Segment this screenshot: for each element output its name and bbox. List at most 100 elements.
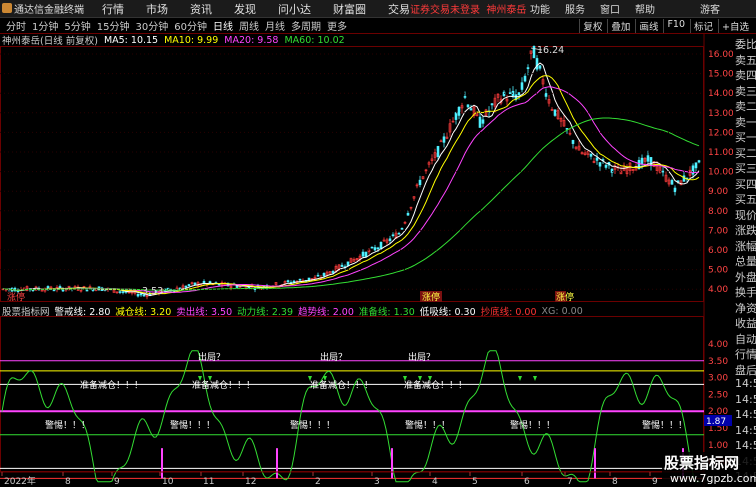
candle-body [397,232,401,235]
watermark-url: www.7gpzb.com [670,472,756,485]
candle-body [436,146,440,157]
side-panel-item: 涨幅 [735,239,756,253]
side-panel-item: 14:50 [735,439,756,452]
candle-body [520,82,524,90]
date-tick-label: 2022年 [4,475,36,487]
signal-label: 警惕！！！ [405,419,450,431]
current-value-label: 1.87 [706,417,726,427]
candlesticks [1,45,701,300]
side-panel-item: 卖五 [735,53,756,67]
candle-body [136,294,140,297]
indicator-chart: 出局？ 出局？ 出局？ 准备减仓！！！ 准备减仓！！！ 准备减仓！！！ 准备减仓！！！ 警惕！… [0,350,704,483]
candle-body [298,278,302,281]
candle-body [502,91,506,97]
candle-body [544,93,548,97]
side-panel-item: 收益 [735,317,756,330]
date-tick-label: 2 [315,477,321,487]
sub-legend-7: 低吸线: 0.30 [419,307,476,318]
indicator-tick-label: 3.00 [708,374,728,384]
side-panel-item: 外盘 [735,270,756,284]
date-tick-label: 6 [524,477,530,487]
date-tick-label: 12 [245,477,256,487]
candle-body [532,45,536,59]
side-panel-item: 现价 [735,208,756,222]
watermark-title: 股票指标网 [664,454,740,472]
candle-body [58,286,62,288]
sub-legend-2: 减仓线: 3.20 [115,307,172,318]
price-axis: 16.00 15.00 14.00 13.00 12.00 11.00 10.00 9.00 8… [0,50,733,295]
price-tick-label: 9.00 [708,187,728,197]
candle-body [379,242,383,250]
candle-body [517,92,521,96]
candle-body [406,212,410,216]
side-panel-item: 14:50 [735,377,756,390]
signal-label: 警惕！！！ [510,419,555,431]
candle-body [361,251,365,257]
side-panel-item: 涨跌 [735,224,756,237]
candle-body [673,187,677,193]
date-tick-label: 10 [162,477,174,487]
candle-body [697,160,701,163]
indicator-axis: 4.003.503.002.502.001.501.000.50 [708,340,728,468]
candle-body [589,153,593,157]
price-tick-label: 11.00 [708,148,733,158]
price-tick-label: 10.00 [708,168,733,178]
date-tick-label: 4 [432,477,438,487]
side-panel-item: 委比 [735,38,756,51]
candle-body [640,157,644,165]
price-tick-label: 8.00 [708,207,728,217]
side-panel-item: 净资 [735,301,756,315]
side-panel-item: 买一 [735,131,756,144]
candle-body [85,289,89,292]
limit-up-text-2: 涨停 [556,291,574,303]
side-panel-item[interactable]: 自动 [735,331,756,347]
candle-body [52,289,56,292]
charts-canvas[interactable]: 16.00 15.00 14.00 13.00 12.00 11.00 10.00 9.00 8… [0,0,733,487]
side-panel-item[interactable]: 行情 [735,346,756,362]
side-panel-item: 买二 [735,146,756,160]
date-tick-label: 11 [203,477,214,487]
main-chart-frame [0,46,704,302]
side-panel-item: 买四 [735,177,756,191]
indicator-tick-label: 4.00 [708,340,728,350]
side-panel-item: 卖四 [735,69,756,82]
signal-arrow-icon [518,376,522,381]
signal-label: 准备减仓！！！ [404,379,467,391]
candle-body [463,96,467,98]
candle-body [442,136,446,143]
candle-body [370,246,374,249]
candle-body [418,179,422,186]
price-tick-label: 14.00 [708,89,733,99]
candle-body [535,58,539,70]
price-tick-label: 7.00 [708,226,728,236]
candle-body [466,104,470,108]
date-tick-label: 8 [65,477,71,487]
signal-label: 警惕！！！ [290,419,335,431]
signal-label: 准备减仓！！！ [192,379,255,391]
date-tick-label: 9 [114,477,120,487]
candle-body [508,92,512,94]
signal-label: 出局？ [198,351,225,363]
quote-side-panel: 委比 卖五 卖四 卖三 卖二 卖一 买一 买二 买三 买四 买五 现价 涨跌 涨幅 总量 外盘 换手 净资 收益 自动… [733,34,756,487]
indicator-tick-label: 1.00 [708,441,728,451]
price-tick-label: 4.00 [708,285,728,295]
candle-body [202,281,206,284]
signal-label: 警惕！！！ [170,419,215,431]
side-panel-item: 14:50 [735,392,756,406]
indicator-tick-label: 2.50 [708,390,728,400]
side-panel-item[interactable]: 盘后 [735,362,756,378]
candle-body [235,285,239,288]
candle-body [691,165,695,175]
high-price-label: 16.24 [537,45,564,56]
candle-body [490,103,494,106]
sub-legend-8: 抄底线: 0.00 [480,307,537,318]
sub-chart-frame [0,316,704,472]
low-price-label: 3.53 [142,286,163,297]
candle-body [571,140,575,144]
candle-body [331,271,335,274]
candle-body [184,285,188,288]
candle-body [364,251,368,257]
candle-body [391,234,395,237]
signal-label: 准备减仓！！！ [80,379,143,391]
side-panel-item: 14:50 [735,423,756,437]
